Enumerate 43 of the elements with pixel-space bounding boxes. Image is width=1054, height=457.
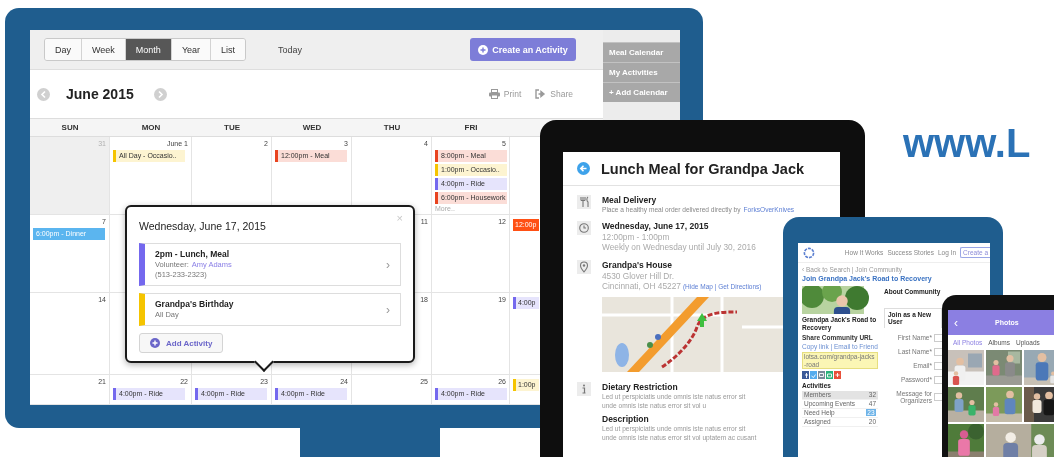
social-buttons-drawing[interactable]	[802, 371, 842, 379]
chevron-icon: ›	[386, 302, 390, 317]
detail-line: 4530 Glover Hill Dr.	[602, 271, 674, 281]
today-button[interactable]: Today	[278, 44, 303, 55]
view-tab[interactable]: Day	[45, 39, 82, 60]
page-title: Lunch Meal for Grandpa Jack	[601, 160, 805, 177]
section-heading: Grandpa's House	[602, 260, 673, 271]
view-tab[interactable]: List	[211, 39, 246, 60]
fork-knife-icon	[578, 196, 590, 208]
month-title: June 2015	[66, 86, 134, 102]
section-heading: Dietary Restriction	[602, 382, 678, 393]
section-heading: Meal Delivery	[602, 195, 657, 206]
event-title: Grandpa's Birthday	[155, 299, 235, 310]
chevron-icon: ›	[386, 257, 390, 272]
weekday-header: MON	[141, 123, 161, 132]
view-tab[interactable]: Year	[171, 39, 212, 60]
location-pin-icon	[578, 261, 590, 273]
view-tab[interactable]: Week	[82, 39, 126, 60]
logo-ring-icon[interactable]	[803, 246, 815, 259]
view-tab[interactable]: Month	[125, 39, 172, 60]
weekday-header: TUE	[224, 123, 240, 132]
back-icon[interactable]	[577, 162, 590, 175]
popover-title: Wednesday, June 17, 2015	[139, 220, 266, 232]
create-activity-button[interactable]: Create an Activity	[470, 38, 576, 61]
plus-circle-icon	[478, 44, 489, 55]
weekday-header: THU	[383, 123, 401, 132]
website-address: www.L	[903, 122, 1031, 164]
plus-circle-icon	[150, 338, 160, 348]
detail-line: Cincinnati, OH 45227	[602, 281, 681, 291]
weekday-header: FRI	[464, 123, 478, 132]
weekday-header: SUN	[61, 123, 79, 132]
input-field[interactable]	[934, 393, 942, 401]
weekday-header: WED	[302, 123, 322, 132]
clock-icon	[578, 222, 590, 234]
back-button[interactable]: ‹	[954, 316, 995, 329]
add-activity-button[interactable]: Add Activity	[139, 333, 224, 353]
event-title: 2pm - Lunch, Meal	[155, 249, 231, 260]
detail-line: Weekly on Wednesday until July 30, 2016	[602, 242, 756, 252]
section-heading: Wednesday, June 17, 2015	[602, 221, 709, 232]
share-icon	[535, 89, 547, 99]
detail-line: 12:00pm - 1:00pm	[602, 232, 670, 242]
print-icon	[488, 89, 500, 99]
section-heading: Description	[602, 414, 649, 425]
